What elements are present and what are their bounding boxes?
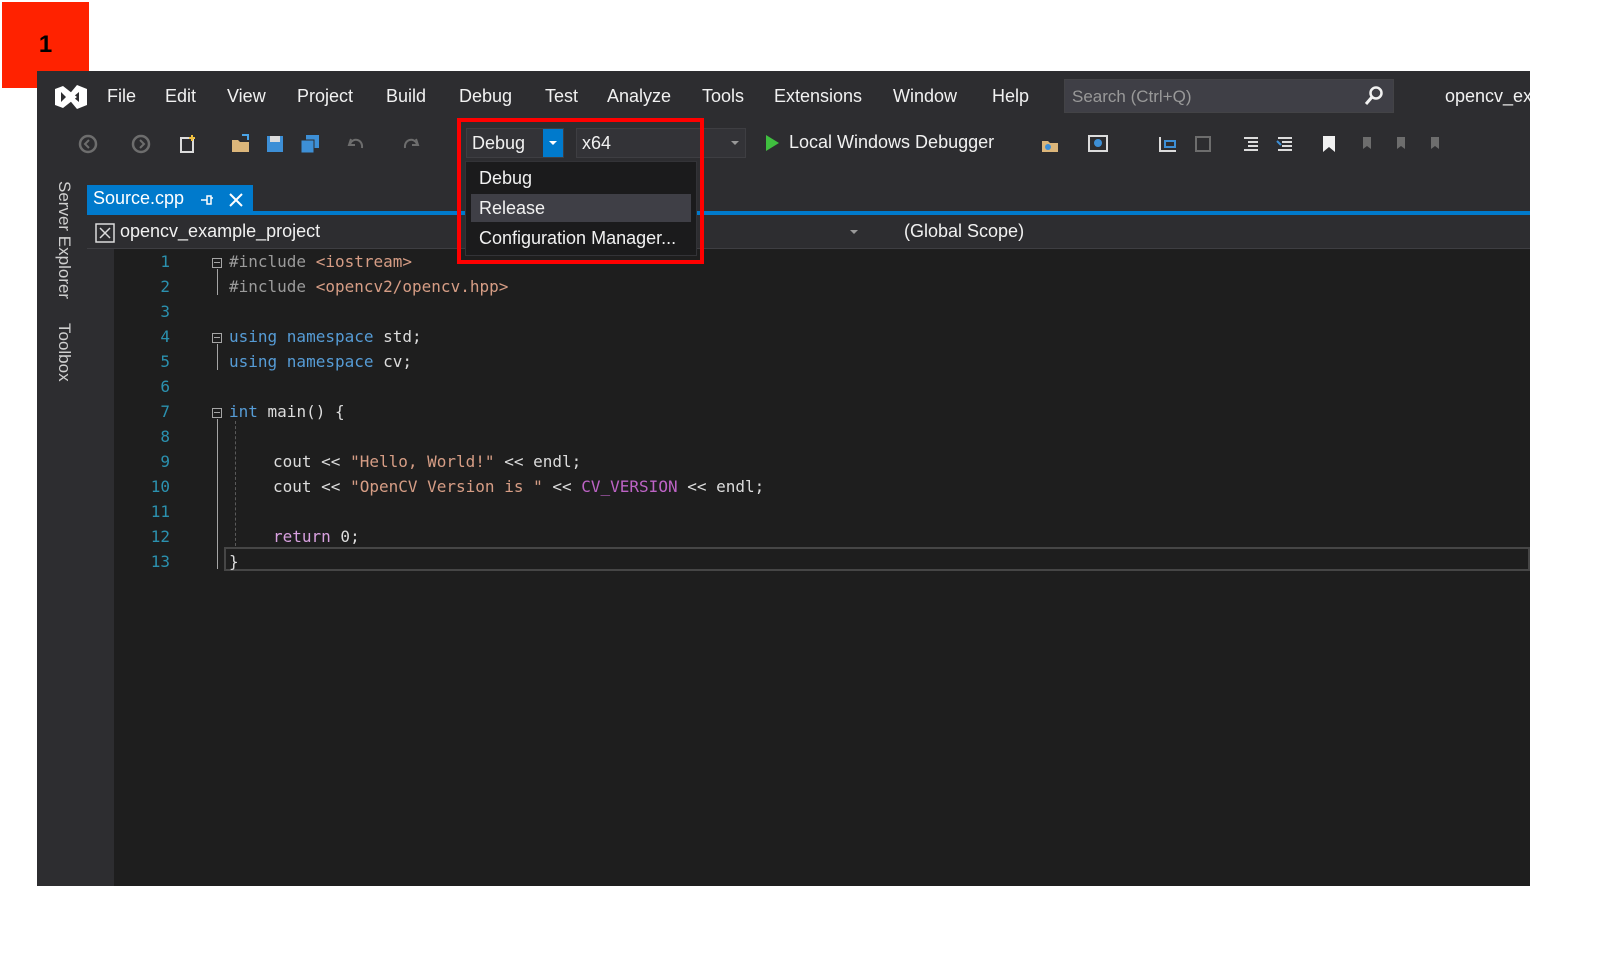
line-number: 3 — [160, 302, 170, 321]
outline-guide — [217, 344, 218, 370]
menu-project[interactable]: Project — [297, 86, 353, 107]
standard-toolbar: Debug x64 Local Windows Debugger — [37, 121, 1530, 167]
tab-source-cpp[interactable]: Source.cpp — [87, 185, 253, 213]
chevron-down-icon — [731, 141, 739, 145]
current-line-highlight — [224, 547, 1530, 571]
line-number: 4 — [160, 327, 170, 346]
collapse-region-icon[interactable] — [212, 408, 222, 418]
code-line-1: #include <iostream> — [229, 252, 413, 271]
pin-icon[interactable] — [199, 192, 215, 208]
menu-extensions[interactable]: Extensions — [774, 86, 862, 107]
navigate-back-icon[interactable] — [77, 133, 99, 155]
chevron-down-icon[interactable] — [847, 225, 861, 239]
bookmark-icon[interactable] — [1318, 133, 1340, 155]
line-number: 13 — [150, 552, 170, 571]
menu-view[interactable]: View — [227, 86, 266, 107]
code-line-9: cout << "Hello, World!" << endl; — [273, 452, 582, 471]
annotation-highlight-box — [457, 118, 704, 264]
code-line-4: using namespace std; — [229, 327, 422, 346]
toolbox-tab[interactable]: Toolbox — [54, 323, 74, 382]
menu-window[interactable]: Window — [893, 86, 957, 107]
menu-file[interactable]: File — [107, 86, 136, 107]
redo-icon[interactable] — [400, 133, 422, 155]
code-line-13: } — [229, 552, 239, 571]
navigation-bar: opencv_example_project (Global Scope) — [87, 215, 1530, 249]
indent-guide — [235, 421, 236, 546]
debugger-label: Local Windows Debugger — [789, 132, 995, 152]
comment-lines-icon[interactable] — [1240, 133, 1262, 155]
next-bookmark-icon[interactable] — [1389, 133, 1411, 155]
code-line-7: int main() { — [229, 402, 345, 421]
search-input[interactable]: Search (Ctrl+Q) — [1064, 79, 1394, 113]
code-line-2: #include <opencv2/opencv.hpp> — [229, 277, 509, 296]
menu-analyze[interactable]: Analyze — [607, 86, 671, 107]
solution-name: opencv_ex — [1445, 86, 1530, 106]
step-into-icon[interactable] — [1157, 133, 1179, 155]
line-number: 2 — [160, 277, 170, 296]
menu-help[interactable]: Help — [992, 86, 1029, 107]
code-editor[interactable]: 1 2 3 4 5 6 7 8 9 10 11 12 13 #include <… — [114, 249, 1530, 886]
code-line-5: using namespace cv; — [229, 352, 413, 371]
visual-studio-window: File Edit View Project Build Debug Test … — [37, 71, 1530, 886]
code-line-12: return 0; — [273, 527, 360, 546]
project-selector[interactable]: opencv_example_project — [120, 221, 320, 242]
collapse-region-icon[interactable] — [212, 258, 222, 268]
line-number: 9 — [160, 452, 170, 471]
search-placeholder: Search (Ctrl+Q) — [1072, 87, 1192, 106]
project-icon — [95, 223, 115, 243]
navigate-forward-icon[interactable] — [130, 133, 152, 155]
uncomment-lines-icon[interactable] — [1274, 133, 1296, 155]
menu-tools[interactable]: Tools — [702, 86, 744, 107]
undo-icon[interactable] — [345, 133, 367, 155]
line-number: 7 — [160, 402, 170, 421]
line-number: 11 — [150, 502, 170, 521]
code-line-10: cout << "OpenCV Version is " << CV_VERSI… — [273, 477, 765, 496]
server-explorer-tab[interactable]: Server Explorer — [54, 181, 74, 299]
clear-bookmarks-icon[interactable] — [1423, 133, 1445, 155]
play-icon — [766, 135, 779, 151]
menu-build[interactable]: Build — [386, 86, 426, 107]
step-over-icon[interactable] — [1192, 133, 1214, 155]
visual-studio-logo-icon — [55, 85, 87, 109]
outline-guide — [217, 419, 218, 569]
line-number: 12 — [150, 527, 170, 546]
previous-bookmark-icon[interactable] — [1355, 133, 1377, 155]
new-project-icon[interactable] — [177, 133, 199, 155]
save-all-icon[interactable] — [299, 133, 321, 155]
menu-debug[interactable]: Debug — [459, 86, 512, 107]
menu-bar: File Edit View Project Build Debug Test … — [37, 71, 1530, 121]
collapse-region-icon[interactable] — [212, 333, 222, 343]
save-icon[interactable] — [264, 133, 286, 155]
line-number: 8 — [160, 427, 170, 446]
outline-guide — [217, 269, 218, 295]
menu-test[interactable]: Test — [545, 86, 578, 107]
close-icon[interactable] — [227, 191, 245, 209]
line-number: 6 — [160, 377, 170, 396]
open-file-icon[interactable] — [230, 133, 252, 155]
tab-filename: Source.cpp — [93, 188, 185, 208]
application-insights-icon[interactable] — [1087, 133, 1109, 155]
browse-icon[interactable] — [1040, 133, 1062, 155]
line-number: 1 — [160, 252, 170, 271]
line-number: 10 — [150, 477, 170, 496]
side-tool-panel: Server Explorer Toolbox — [37, 167, 87, 886]
line-number: 5 — [160, 352, 170, 371]
document-tab-bar: Source.cpp — [87, 185, 1530, 215]
scope-selector[interactable]: (Global Scope) — [904, 221, 1024, 242]
search-icon — [1364, 86, 1383, 105]
menu-edit[interactable]: Edit — [165, 86, 196, 107]
